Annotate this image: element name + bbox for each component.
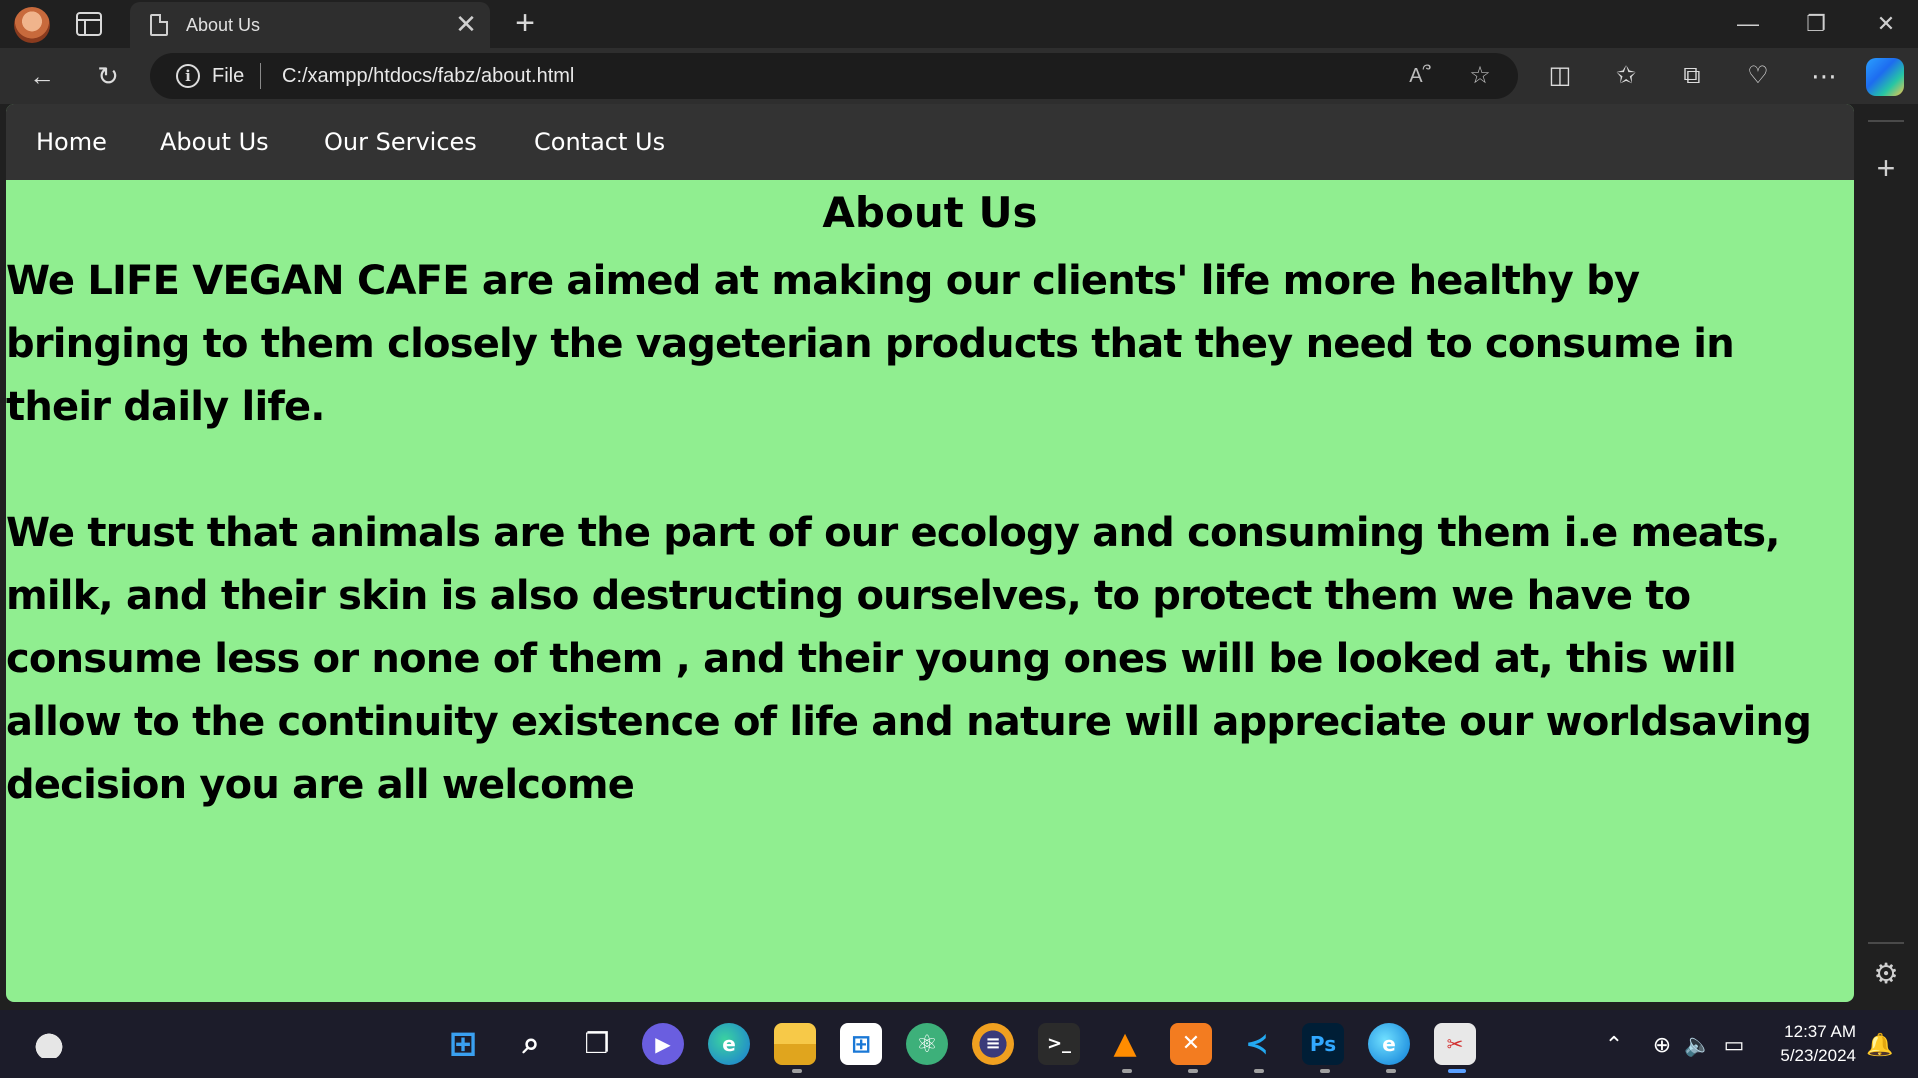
eclipse-icon[interactable]: ≡ (972, 1023, 1014, 1065)
close-window-button[interactable]: ✕ (1866, 8, 1906, 40)
clock-date[interactable]: 5/23/2024 (1756, 1046, 1856, 1066)
nav-link-contact-us[interactable]: Contact Us (534, 128, 665, 156)
paragraph-line: bringing to them closely the vageterian … (6, 321, 1735, 367)
url-scheme-label: File (212, 65, 245, 87)
terminal-icon[interactable]: >_ (1038, 1023, 1080, 1065)
browser-essentials-icon[interactable]: ♡ (1740, 58, 1776, 94)
teams-icon[interactable]: ▶ (642, 1023, 684, 1065)
battery-icon[interactable]: ▭ (1720, 1032, 1748, 1058)
tab-actions-icon[interactable] (76, 12, 102, 36)
edge-dev-icon[interactable]: e (1368, 1023, 1410, 1065)
browser-toolbar: ← ↻ i File C:/xampp/htdocs/fabz/about.ht… (0, 48, 1918, 104)
sidebar-divider (1868, 120, 1904, 122)
nav-link-our-services[interactable]: Our Services (324, 128, 477, 156)
weather-icon[interactable] (32, 1030, 66, 1058)
clock-time[interactable]: 12:37 AM (1756, 1022, 1856, 1042)
about-paragraph-1: We LIFE VEGAN CAFE are aimed at making o… (6, 250, 1854, 439)
active-indicator (1448, 1069, 1466, 1073)
tab-title: About Us (186, 15, 261, 35)
refresh-icon[interactable]: ↻ (90, 58, 126, 94)
new-tab-button[interactable]: + (508, 6, 542, 40)
site-navigation: Home About Us Our Services Contact Us (6, 104, 1854, 180)
address-bar[interactable]: i File C:/xampp/htdocs/fabz/about.html A… (150, 53, 1518, 99)
running-indicator (1320, 1069, 1330, 1073)
page-title: About Us (822, 188, 1038, 237)
url-separator (260, 63, 261, 89)
windows-taskbar: ⊞ ⌕ ❐ ▶ e ⊞ ⚛ ≡ >_ ▲ ✕ ≺ Ps e ✂ ⌃ ⊕ 🔈 ▭ … (0, 1010, 1918, 1078)
site-info-icon[interactable]: i (176, 64, 200, 88)
edge-icon[interactable]: e (708, 1023, 750, 1065)
paragraph-line: consume less or none of them , and their… (6, 636, 1737, 682)
favorite-star-icon[interactable]: ☆ (1464, 60, 1496, 92)
paragraph-line: decision you are all welcome (6, 762, 635, 808)
about-paragraph-2: We trust that animals are the part of ou… (6, 502, 1854, 817)
document-icon (150, 14, 168, 36)
start-icon[interactable]: ⊞ (442, 1023, 484, 1065)
collections-icon[interactable]: ⧉ (1674, 58, 1710, 94)
browser-tab[interactable]: About Us ✕ (130, 2, 490, 48)
minimize-button[interactable]: — (1728, 8, 1768, 40)
atom-icon[interactable]: ⚛ (906, 1023, 948, 1065)
paragraph-line: milk, and their skin is also destructing… (6, 573, 1691, 619)
paragraph-line: We trust that animals are the part of ou… (6, 510, 1780, 556)
notification-bell-icon[interactable]: 🔔 (1866, 1032, 1894, 1058)
search-icon[interactable]: ⌕ (510, 1023, 552, 1065)
more-icon[interactable]: ⋯ (1806, 58, 1842, 94)
sidebar-add-button[interactable]: + (1868, 150, 1904, 186)
running-indicator (1188, 1069, 1198, 1073)
photoshop-icon[interactable]: Ps (1302, 1023, 1344, 1065)
nav-link-about-us[interactable]: About Us (160, 128, 269, 156)
running-indicator (792, 1069, 802, 1073)
gear-icon[interactable]: ⚙ (1868, 956, 1904, 992)
favorites-icon[interactable]: ✩ (1608, 58, 1644, 94)
network-icon[interactable]: ⊕ (1648, 1032, 1676, 1058)
back-icon[interactable]: ← (24, 58, 60, 94)
page-viewport: Home About Us Our Services Contact Us Ab… (6, 104, 1854, 1002)
paragraph-line: allow to the continuity existence of lif… (6, 699, 1812, 745)
url-text[interactable]: C:/xampp/htdocs/fabz/about.html (282, 65, 574, 88)
read-aloud-icon[interactable]: A՞ (1404, 60, 1436, 92)
split-screen-icon[interactable]: ◫ (1542, 58, 1578, 94)
restore-button[interactable]: ❐ (1796, 8, 1836, 40)
browser-title-bar: About Us ✕ + — ❐ ✕ (0, 0, 1918, 48)
volume-icon[interactable]: 🔈 (1684, 1032, 1712, 1058)
xampp-icon[interactable]: ✕ (1170, 1023, 1212, 1065)
file-explorer-icon[interactable] (774, 1023, 816, 1065)
running-indicator (1122, 1069, 1132, 1073)
profile-avatar[interactable] (14, 7, 50, 43)
paragraph-line: We LIFE VEGAN CAFE are aimed at making o… (6, 258, 1640, 304)
running-indicator (1386, 1069, 1396, 1073)
running-indicator (1254, 1069, 1264, 1073)
vscode-icon[interactable]: ≺ (1236, 1023, 1278, 1065)
copilot-icon[interactable] (1866, 58, 1904, 96)
nav-link-home[interactable]: Home (36, 128, 107, 156)
chevron-up-icon[interactable]: ⌃ (1600, 1032, 1628, 1058)
task-view-icon[interactable]: ❐ (576, 1023, 618, 1065)
store-icon[interactable]: ⊞ (840, 1023, 882, 1065)
sidebar-divider (1868, 942, 1904, 944)
paragraph-line: their daily life. (6, 384, 325, 430)
tab-close-button[interactable]: ✕ (452, 10, 480, 38)
vlc-icon[interactable]: ▲ (1104, 1023, 1146, 1065)
browser-sidebar: + ⚙ (1854, 104, 1918, 1010)
snipping-tool-icon[interactable]: ✂ (1434, 1023, 1476, 1065)
